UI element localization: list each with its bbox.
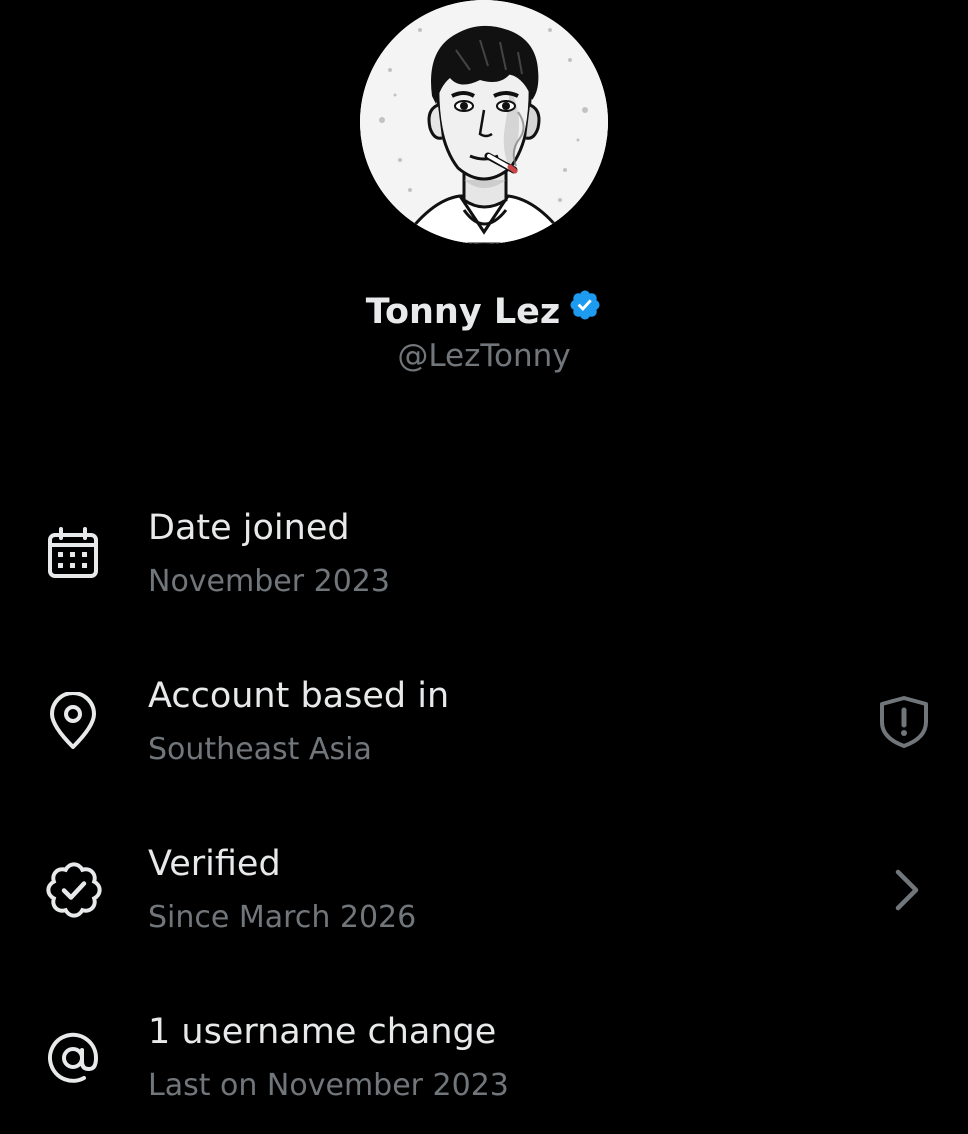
info-row-verified[interactable]: Verified Since March 2026 — [0, 816, 968, 966]
info-row-date-joined: Date joined November 2023 — [0, 480, 968, 630]
info-row-username-change: 1 username change Last on November 2023 — [0, 984, 968, 1134]
row-subtitle: Southeast Asia — [148, 732, 372, 767]
row-title: 1 username change — [148, 1012, 497, 1052]
profile-avatar[interactable] — [360, 0, 608, 244]
verified-badge-icon[interactable] — [568, 288, 602, 333]
row-subtitle: Last on November 2023 — [148, 1068, 509, 1103]
row-subtitle: Since March 2026 — [148, 900, 417, 935]
calendar-icon — [44, 524, 104, 584]
location-pin-icon — [44, 691, 104, 752]
row-title: Account based in — [148, 676, 450, 716]
shield-alert-icon[interactable] — [876, 694, 932, 750]
row-title: Verified — [148, 844, 281, 884]
display-name: Tonny Lez — [365, 292, 561, 332]
row-subtitle: November 2023 — [148, 564, 390, 599]
info-row-account-based-in[interactable]: Account based in Southeast Asia — [0, 648, 968, 798]
verified-badge-icon — [44, 860, 104, 920]
row-title: Date joined — [148, 508, 350, 548]
profile-name-row: Tonny Lez — [0, 288, 968, 334]
at-sign-icon — [44, 1028, 104, 1088]
profile-handle: @LezTonny — [397, 338, 571, 374]
avatar-illustration — [360, 0, 608, 244]
chevron-right-icon[interactable] — [876, 862, 932, 918]
